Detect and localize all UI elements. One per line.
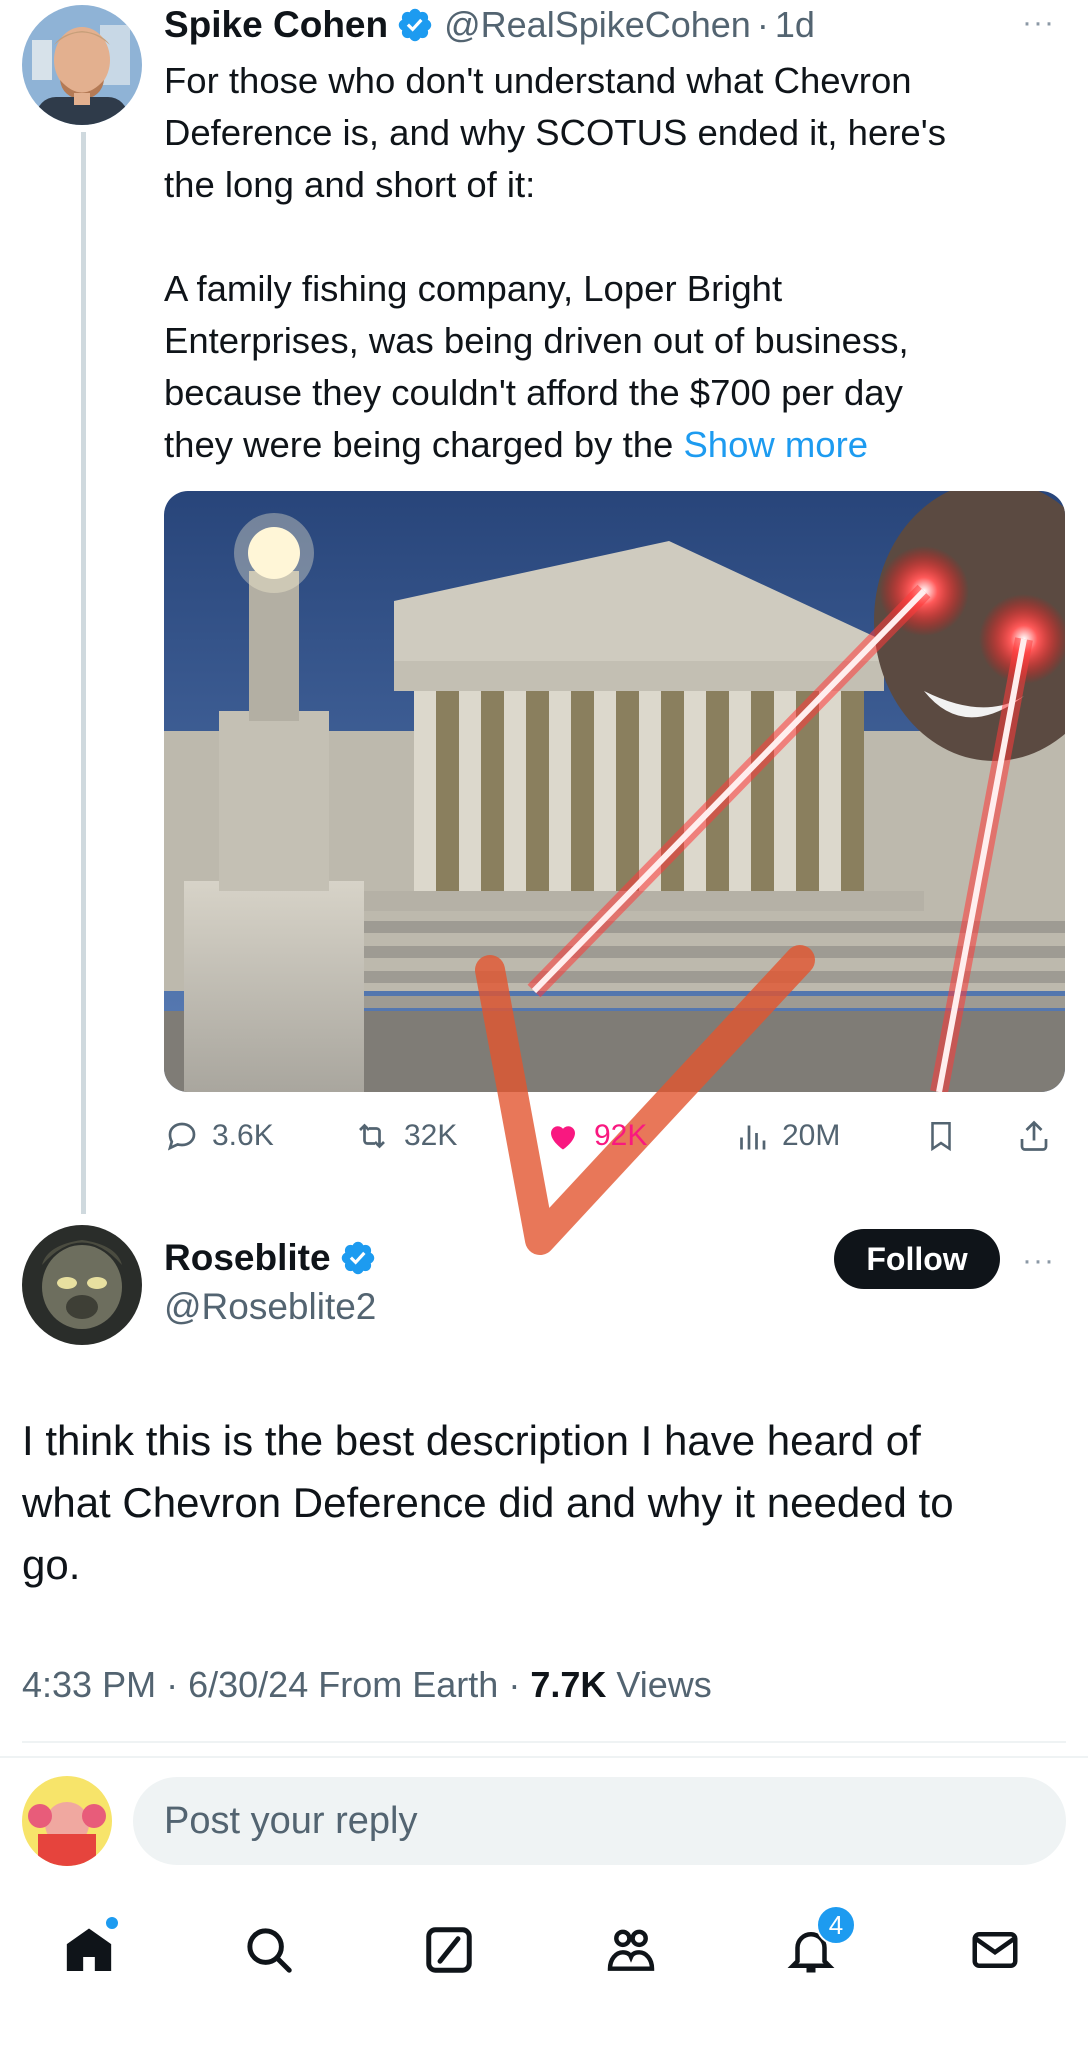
reply-author-name[interactable]: Roseblite xyxy=(164,1237,331,1279)
share-icon xyxy=(1020,1120,1048,1151)
author-avatar[interactable] xyxy=(22,5,142,125)
bottom-tab-bar: 4 xyxy=(0,1895,1088,2005)
verified-badge-icon xyxy=(398,8,432,42)
tab-grok[interactable] xyxy=(414,1915,484,1985)
grok-icon xyxy=(426,1927,472,1973)
reply-tweet-text: I think this is the best description I h… xyxy=(22,1410,1072,1596)
verified-badge-icon xyxy=(341,1241,374,1275)
tab-communities[interactable] xyxy=(596,1915,666,1985)
tweet-text-line: they were being charged by the xyxy=(164,424,684,465)
meta-separator: · xyxy=(508,1664,521,1705)
repost-action[interactable]: 32K xyxy=(352,1110,457,1162)
author-name[interactable]: Spike Cohen xyxy=(164,4,388,46)
communities-icon xyxy=(607,1929,655,1971)
reply-tweet-header: Roseblite xyxy=(164,1234,377,1282)
tweet-date: 6/30/24 xyxy=(188,1664,309,1705)
meta-separator: · xyxy=(756,4,769,45)
tweet-text-line: because they couldn't afford the $700 pe… xyxy=(164,372,903,413)
reply-input[interactable]: Post your reply xyxy=(133,1777,1066,1865)
like-action[interactable]: 92K xyxy=(544,1110,647,1162)
tweet-text-line: I think this is the best description I h… xyxy=(22,1417,921,1464)
more-options-icon[interactable]: ··· xyxy=(1022,6,1055,40)
repost-icon xyxy=(359,1123,385,1149)
quoted-tweet-header: Spike Cohen @RealSpikeCohen · 1d xyxy=(164,2,815,48)
tab-search[interactable] xyxy=(234,1915,304,1985)
tweet-text-line: Enterprises, was being driven out of bus… xyxy=(164,320,909,361)
tweet-text-line: the long and short of it: xyxy=(164,164,536,205)
meta-separator: · xyxy=(166,1664,179,1705)
reply-author-handle[interactable]: @Roseblite2 xyxy=(164,1286,376,1328)
checkmark-overlay xyxy=(475,945,815,1255)
author-handle[interactable]: @RealSpikeCohen xyxy=(444,4,751,46)
quoted-tweet-text: For those who don't understand what Chev… xyxy=(164,55,1064,471)
analytics-icon xyxy=(740,1125,766,1150)
repost-count: 32K xyxy=(404,1119,458,1152)
reply-count: 3.6K xyxy=(212,1119,274,1152)
unread-dot xyxy=(104,1915,120,1931)
reply-icon xyxy=(167,1122,196,1151)
search-icon xyxy=(247,1928,292,1973)
tweet-text-line: what Chevron Deference did and why it ne… xyxy=(22,1479,954,1526)
tweet-text-line: A family fishing company, Loper Bright xyxy=(164,268,783,309)
like-count: 92K xyxy=(594,1119,648,1152)
tweet-metadata: 4:33 PM · 6/30/24 From Earth · 7.7K View… xyxy=(22,1664,712,1706)
reply-action[interactable]: 3.6K xyxy=(164,1110,274,1162)
tweet-action-bar: 3.6K 32K 92K 20M xyxy=(164,1110,1074,1162)
share-action[interactable] xyxy=(1016,1110,1064,1162)
show-more-link[interactable]: Show more xyxy=(683,424,868,465)
views-count: 20M xyxy=(782,1119,841,1152)
reply-author-avatar[interactable] xyxy=(22,1225,142,1345)
views-action[interactable]: 20M xyxy=(734,1110,840,1162)
divider xyxy=(0,1756,1088,1758)
thread-connector-line xyxy=(81,132,86,1214)
heart-filled-icon xyxy=(551,1126,575,1150)
tweet-text-line: Deference is, and why SCOTUS ended it, h… xyxy=(164,112,946,153)
more-options-icon[interactable]: ··· xyxy=(1022,1244,1055,1278)
tweet-age: 1d xyxy=(774,4,815,45)
current-user-avatar[interactable] xyxy=(22,1776,112,1866)
tweet-text-line: For those who don't understand what Chev… xyxy=(164,60,912,101)
tab-notifications[interactable]: 4 xyxy=(776,1905,856,1985)
tab-messages[interactable] xyxy=(960,1915,1030,1985)
mail-icon xyxy=(972,1932,1018,1968)
bookmark-icon xyxy=(931,1121,951,1152)
follow-button[interactable]: Follow xyxy=(834,1229,1000,1289)
tweet-time: 4:33 PM xyxy=(22,1664,157,1705)
views-count[interactable]: 7.7K xyxy=(530,1664,606,1705)
views-label: Views xyxy=(616,1664,712,1705)
notifications-badge: 4 xyxy=(816,1905,856,1945)
tweet-text-line: go. xyxy=(22,1541,81,1588)
divider xyxy=(22,1741,1066,1743)
tweet-source: From Earth xyxy=(318,1664,499,1705)
tab-home[interactable] xyxy=(54,1915,124,1985)
bookmark-action[interactable] xyxy=(924,1110,970,1162)
